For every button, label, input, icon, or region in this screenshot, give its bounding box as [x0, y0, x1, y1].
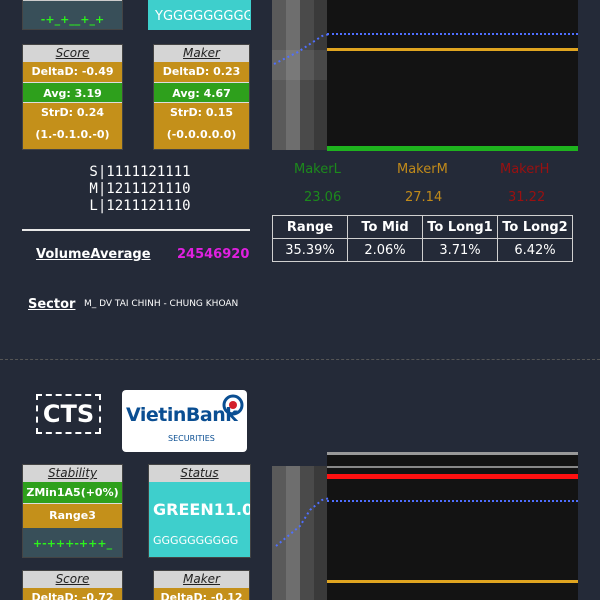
range-table: Range To Mid To Long1 To Long2 35.39% 2.…	[272, 215, 573, 262]
stock-ticker-symbol[interactable]: CTS	[36, 394, 101, 434]
status-card: Status GREEN11.0 GGGGGGGGGG	[148, 464, 251, 558]
range-table-header: To Mid	[347, 215, 423, 239]
range-table-header-row: Range To Mid To Long1 To Long2	[272, 215, 573, 239]
logo-text: VietinBank	[126, 404, 238, 426]
volume-average-value: 24546920	[177, 247, 250, 262]
volume-profile-top	[272, 0, 327, 150]
range-table-header: Range	[272, 215, 348, 239]
maker-m-line	[327, 580, 578, 583]
range-table-cell: 2.06%	[347, 238, 423, 262]
maker-delta: DeltaD: 0.23	[154, 62, 249, 82]
maker-m-line	[327, 48, 578, 51]
status-main: GREEN11.0	[149, 482, 250, 530]
maker-card: Maker DeltaD: 0.23 Avg: 4.67 StrD: 0.15 …	[153, 44, 250, 150]
maker-m-value: 27.14	[405, 190, 443, 205]
maker-l-label: MakerL	[294, 162, 341, 177]
score-delta: DeltaD: -0.72	[23, 588, 122, 600]
range-table-cell: 6.42%	[497, 238, 573, 262]
range-table-value-row: 35.39% 2.06% 3.71% 6.42%	[272, 238, 573, 262]
score-std: StrD: 0.24	[23, 103, 122, 123]
signal-line-s: S|1111121111	[89, 164, 191, 180]
maker-h-label: MakerH	[500, 162, 550, 177]
maker-h-line-grey2	[327, 466, 578, 468]
divider-line	[22, 229, 250, 231]
stability-header: Stability	[23, 465, 122, 482]
logo-emblem-icon	[222, 394, 244, 416]
stability-card: Stability ZMin1A5(+0%) Range3 +-+++-+++_	[22, 464, 123, 558]
maker-m-label: MakerM	[397, 162, 448, 177]
status-card-top: YGGGGGGGGG	[148, 0, 251, 30]
score-seq: (1.-0.1.0.-0)	[23, 123, 122, 149]
trend-dots-top	[273, 33, 331, 65]
mid-dotted-line-bottom	[327, 500, 578, 502]
score-delta: DeltaD: -0.49	[23, 62, 122, 82]
sector-label: Sector	[28, 297, 76, 312]
volume-average-label: VolumeAverage	[36, 247, 151, 262]
section-separator	[0, 359, 600, 360]
trend-dots-bottom	[275, 497, 331, 547]
maker-h-line-red	[327, 474, 578, 479]
maker-avg: Avg: 4.67	[154, 82, 249, 103]
mid-dotted-line-top	[327, 33, 578, 35]
logo-subtext: SECURITIES	[168, 434, 215, 443]
stability-dashes: +-+++-+++_	[23, 528, 122, 557]
score-card: Score DeltaD: -0.49 Avg: 3.19 StrD: 0.24…	[22, 44, 123, 150]
price-chart-bottom	[327, 452, 578, 600]
stability-range: Range3	[23, 504, 122, 528]
maker-delta: DeltaD: -0.12	[154, 588, 249, 600]
status-header: Status	[149, 465, 250, 482]
maker-seq: (-0.0.0.0.0)	[154, 123, 249, 149]
signal-code-lines: S|1111121111 M|1211121110 L|1211121110	[70, 164, 210, 215]
stability-zmin: ZMin1A5(+0%)	[23, 482, 122, 504]
score-avg: Avg: 3.19	[23, 82, 122, 103]
chart-bottom-green-band	[327, 146, 578, 151]
maker-header: Maker	[154, 45, 249, 62]
maker-h-value: 31.22	[508, 190, 546, 205]
score-header: Score	[23, 45, 122, 62]
range-table-header: To Long2	[497, 215, 573, 239]
range-table-cell: 3.71%	[422, 238, 498, 262]
status-sub: GGGGGGGGGG	[149, 530, 250, 557]
maker-l-value: 23.06	[304, 190, 342, 205]
status-code: YGGGGGGGGG	[149, 0, 250, 29]
stability-card-top: -+_+__+_+	[22, 0, 123, 30]
score-header: Score	[23, 571, 122, 588]
signal-line-m: M|1211121110	[89, 181, 191, 197]
price-chart-top	[327, 0, 578, 151]
maker-h-line-grey	[327, 452, 578, 455]
range-table-header: To Long1	[422, 215, 498, 239]
signal-line-l: L|1211121110	[89, 198, 191, 214]
sector-value: M_ DV TAI CHINH - CHUNG KHOAN	[84, 299, 239, 309]
range-table-cell: 35.39%	[272, 238, 348, 262]
maker-header: Maker	[154, 571, 249, 588]
stability-dashes: -+_+__+_+	[23, 0, 122, 29]
maker-card-bottom: Maker DeltaD: -0.12	[153, 570, 250, 600]
company-logo: VietinBank SECURITIES	[122, 390, 247, 452]
score-card-bottom: Score DeltaD: -0.72	[22, 570, 123, 600]
maker-std: StrD: 0.15	[154, 103, 249, 123]
